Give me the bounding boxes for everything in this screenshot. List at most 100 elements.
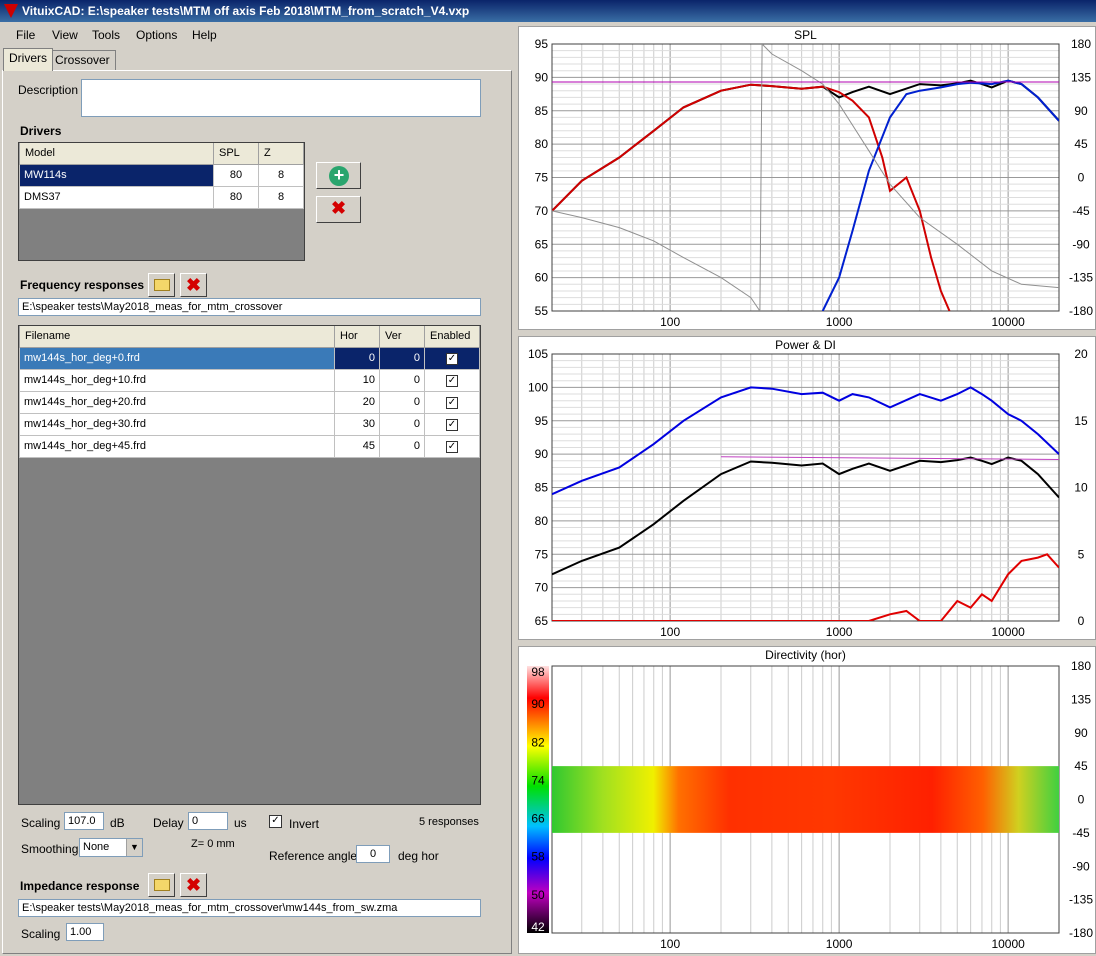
directivity-band [552,766,1059,833]
x-tick-label: 10000 [991,315,1025,329]
close-icon: ✖ [185,875,202,895]
add-driver-button[interactable]: + [316,162,361,189]
col-model[interactable]: Model [19,143,214,165]
close-icon: ✖ [185,275,202,295]
tab-drivers[interactable]: Drivers [3,48,53,71]
x-tick-label: 100 [660,315,680,329]
colorbar-tick-label: 58 [531,850,545,864]
y-tick-label: 65 [535,614,549,628]
table-row[interactable]: mw144s_hor_deg+30.frd 30 0 ✓ [19,412,480,436]
file-hor[interactable]: 0 [334,346,380,370]
menu-tools[interactable]: Tools [92,28,120,42]
file-hor[interactable]: 30 [334,412,380,436]
table-row[interactable]: MW114s 80 8 [19,163,304,187]
impedance-scaling-input[interactable]: 1.00 [66,923,104,941]
file-hor[interactable]: 10 [334,368,380,392]
file-ver[interactable]: 0 [379,368,425,392]
open-freq-button[interactable] [148,273,175,297]
file-ver[interactable]: 0 [379,390,425,414]
impedance-path-input[interactable]: E:\speaker tests\May2018_meas_for_mtm_cr… [18,899,481,917]
driver-z[interactable]: 8 [258,163,304,187]
y-tick-label: 60 [535,271,549,285]
invert-checkbox[interactable]: ✓ [269,815,282,828]
ref-angle-input[interactable]: 0 [356,845,390,863]
scaling-input[interactable]: 107.0 [64,812,104,830]
col-ver[interactable]: Ver [379,326,425,348]
remove-driver-button[interactable]: ✖ [316,196,361,223]
x-tick-label: 10000 [991,937,1025,951]
file-hor[interactable]: 20 [334,390,380,414]
table-row[interactable]: mw144s_hor_deg+45.frd 45 0 ✓ [19,434,480,458]
x-tick-label: 1000 [826,937,853,951]
folder-icon [154,279,170,291]
driver-spl[interactable]: 80 [213,163,259,187]
chevron-down-icon[interactable]: ▼ [126,839,142,856]
file-name[interactable]: mw144s_hor_deg+0.frd [19,346,335,370]
enabled-checkbox[interactable]: ✓ [446,418,458,431]
col-filename[interactable]: Filename [19,326,335,348]
table-row[interactable]: DMS37 80 8 [19,185,304,209]
y2-tick-label: 5 [1078,547,1085,561]
impedance-scaling-label: Scaling [21,927,61,941]
y2-tick-label: 180 [1071,37,1091,51]
file-name[interactable]: mw144s_hor_deg+30.frd [19,412,335,436]
file-ver[interactable]: 0 [379,434,425,458]
table-row[interactable]: mw144s_hor_deg+20.frd 20 0 ✓ [19,390,480,414]
clear-impedance-button[interactable]: ✖ [180,873,207,897]
x-tick-label: 100 [660,625,680,639]
impedance-title: Impedance response [20,879,140,893]
enabled-checkbox[interactable]: ✓ [446,396,458,409]
enabled-checkbox[interactable]: ✓ [446,440,458,453]
scaling-label: Scaling [21,816,61,830]
file-ver[interactable]: 0 [379,412,425,436]
col-spl[interactable]: SPL [213,143,259,165]
y-tick-label: 75 [535,547,549,561]
freq-path-input[interactable]: E:\speaker tests\May2018_meas_for_mtm_cr… [18,298,481,316]
enabled-checkbox[interactable]: ✓ [446,374,458,387]
y2-tick-label: 15 [1074,414,1088,428]
y-tick-label: 85 [535,104,549,118]
delay-input[interactable]: 0 [188,812,228,830]
colorbar-tick-label: 50 [531,888,545,902]
enabled-checkbox[interactable]: ✓ [446,352,458,365]
col-z[interactable]: Z [258,143,304,165]
file-ver[interactable]: 0 [379,346,425,370]
power-di-chart: Power & DI100 1000 10000657075808590951001… [528,338,1088,639]
menu-view[interactable]: View [52,28,78,42]
y-tick-label: 105 [528,347,548,361]
menu-file[interactable]: File [16,28,35,42]
menu-help[interactable]: Help [192,28,217,42]
smoothing-select[interactable]: None ▼ [79,838,143,857]
y-tick-label: 95 [535,37,549,51]
y2-tick-label: 45 [1074,137,1088,151]
description-input[interactable] [81,79,481,117]
menu-options[interactable]: Options [136,28,177,42]
window-title: VituixCAD: E:\speaker tests\MTM off axis… [22,4,470,18]
series-line-2 [552,456,1059,576]
file-hor[interactable]: 45 [334,434,380,458]
delay-label: Delay [153,816,184,830]
col-hor[interactable]: Hor [334,326,380,348]
driver-spl[interactable]: 80 [213,185,259,209]
driver-model[interactable]: DMS37 [19,185,214,209]
tab-crossover[interactable]: Crossover [49,50,116,70]
freq-grid: Filename Hor Ver Enabled mw144s_hor_deg+… [18,325,481,805]
colorbar-tick-label: 82 [531,735,545,749]
chart-title: Power & DI [775,338,836,352]
file-name[interactable]: mw144s_hor_deg+10.frd [19,368,335,392]
ref-angle-unit: deg hor [398,849,439,863]
driver-model[interactable]: MW114s [19,163,214,187]
z-offset-text: Z= 0 mm [191,838,235,850]
enabled-cell: ✓ [424,346,480,370]
clear-freq-button[interactable]: ✖ [180,273,207,297]
table-row[interactable]: mw144s_hor_deg+0.frd 0 0 ✓ [19,346,480,370]
col-enabled[interactable]: Enabled [424,326,480,348]
driver-z[interactable]: 8 [258,185,304,209]
spl-chart: SPL 100 1000 10000 55 60 65 70 75 80 85 90 95 -180 -13… [535,28,1094,329]
y2-tick-label: 0 [1078,614,1085,628]
file-name[interactable]: mw144s_hor_deg+45.frd [19,434,335,458]
open-impedance-button[interactable] [148,873,175,897]
table-row[interactable]: mw144s_hor_deg+10.frd 10 0 ✓ [19,368,480,392]
file-name[interactable]: mw144s_hor_deg+20.frd [19,390,335,414]
y-tick-label: 70 [535,581,549,595]
